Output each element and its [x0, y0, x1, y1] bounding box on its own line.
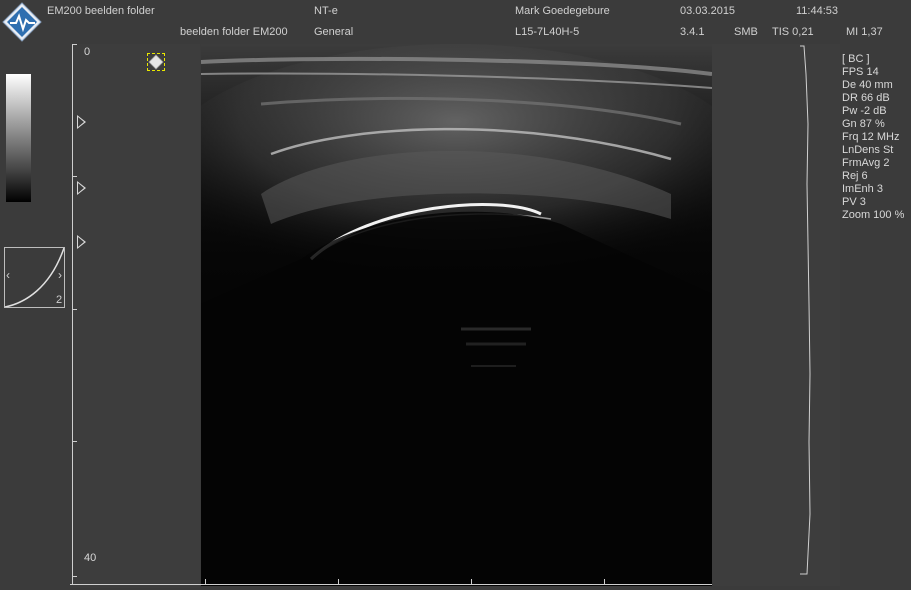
param-line-density: LnDens St	[842, 144, 894, 156]
curve-right-arrow-icon: ›	[58, 268, 62, 282]
software-version: 3.4.1	[680, 26, 705, 38]
param-mode: [ BC ]	[842, 53, 870, 65]
imaging-parameters: [ BC ] FPS 14 De 40 mm DR 66 dB Pw -2 dB…	[842, 53, 904, 222]
param-gain: Gn 87 %	[842, 118, 885, 130]
param-frame-average: FrmAvg 2	[842, 157, 890, 169]
lateral-tick	[604, 579, 605, 585]
grayscale-bar	[6, 74, 31, 202]
preset-label: General	[314, 26, 354, 38]
orientation-indicator-icon	[147, 53, 165, 71]
param-power: Pw -2 dB	[842, 105, 887, 117]
param-zoom: Zoom 100 %	[842, 209, 905, 221]
smb-label: SMB	[734, 26, 758, 38]
depth-tick	[72, 309, 77, 310]
operator-name: Mark Goedegebure	[515, 5, 610, 17]
lateral-tick	[205, 579, 206, 585]
lateral-tick	[471, 579, 472, 585]
probe-label: L15-7L40H-5	[515, 26, 580, 38]
tis-index: TIS 0,21	[772, 26, 814, 38]
lateral-tick	[338, 579, 339, 585]
header-bar: EM200 beelden folder beelden folder EM20…	[0, 0, 911, 44]
curve-number: 2	[56, 294, 63, 306]
exam-date: 03.03.2015	[680, 5, 736, 17]
depth-tick	[72, 576, 77, 577]
gray-curve-box: ‹ › 2	[4, 247, 65, 308]
depth-tick	[72, 176, 77, 177]
app-title: EM200 beelden folder	[47, 5, 155, 17]
param-pv: PV 3	[842, 196, 866, 208]
ultrasound-image[interactable]	[201, 44, 712, 586]
depth-label-bottom: 40	[84, 552, 97, 564]
mi-index: MI 1,37	[846, 26, 883, 38]
folder-subtitle: beelden folder EM200	[180, 26, 288, 38]
exam-time: 11:44:53	[796, 5, 839, 17]
focus-marker-icon[interactable]	[77, 181, 86, 195]
focus-marker-icon[interactable]	[77, 235, 86, 249]
param-depth: De 40 mm	[842, 79, 893, 91]
app-logo-icon	[2, 2, 42, 42]
depth-ruler	[72, 44, 73, 584]
ultrasound-scan-graphic	[201, 44, 712, 586]
mode-label: NT-e	[314, 5, 338, 17]
curve-left-arrow-icon: ‹	[6, 268, 10, 282]
param-reject: Rej 6	[842, 170, 868, 182]
depth-tick	[72, 441, 77, 442]
param-dynamic-range: DR 66 dB	[842, 92, 890, 104]
param-fps: FPS 14	[842, 66, 879, 78]
depth-scale-area	[70, 44, 200, 588]
tgc-curve-icon	[800, 45, 811, 575]
depth-label-top: 0	[84, 46, 91, 58]
param-image-enhance: ImEnh 3	[842, 183, 883, 195]
focus-marker-icon[interactable]	[77, 115, 86, 129]
param-frequency: Frq 12 MHz	[842, 131, 900, 143]
depth-tick	[72, 44, 77, 45]
right-side-panel	[712, 44, 840, 586]
